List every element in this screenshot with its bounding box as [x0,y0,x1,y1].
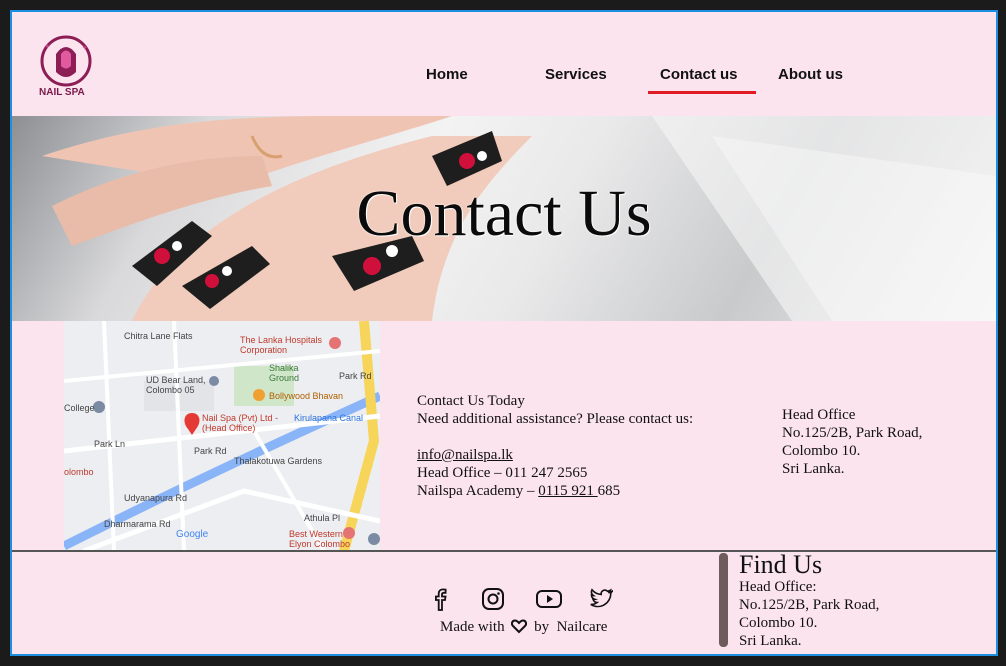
svg-text:✦: ✦ [82,44,88,52]
made-with-label: Made with [440,619,505,635]
svg-text:✦: ✦ [44,42,51,51]
head-office-address: Head Office No.125/2B, Park Road, Colomb… [782,406,922,478]
by-label: by [534,619,550,635]
find-us-accent-bar [719,553,728,647]
address-line: Head Office: [739,579,817,595]
map-label: olombo [64,467,94,477]
academy-phone-row: Nailspa Academy – 0115 921 685 [417,482,693,500]
map-label: UD Bear Land, Colombo 05 [146,375,206,395]
map-label: Best Western Elyon Colombo [289,529,351,549]
map-label: Shalika Ground [269,363,300,383]
facebook-icon[interactable] [427,586,453,617]
footer-divider [12,550,996,552]
nav-home[interactable]: Home [426,66,468,83]
location-map[interactable]: Chitra Lane Flats The Lanka Hospitals Co… [64,321,380,551]
map-label: Kirulapana Canal [294,413,364,423]
nav-contact-us[interactable]: Contact us [660,66,738,83]
heart-icon [511,618,528,639]
nav-active-underline [648,91,756,94]
main-nav: Home Services Contact us About us [12,66,996,106]
academy-label: Nailspa Academy – [417,483,539,499]
map-label: The Lanka Hospitals Corporation [240,335,323,355]
made-with-text: Made with by Nailcare [440,618,607,639]
contact-heading: Contact Us Today [417,393,525,409]
nav-services[interactable]: Services [545,66,607,83]
email-link[interactable]: info@nailspa.lk [417,447,513,463]
map-label: Chitra Lane Flats [124,331,193,341]
map-label: Dharmarama Rd [104,519,171,529]
map-label: Udyanapura Rd [124,493,188,503]
address-line: Sri Lanka. [782,461,845,477]
address-line: Colombo 10. [739,615,818,631]
instagram-icon[interactable] [480,586,506,617]
youtube-icon[interactable] [535,586,563,617]
find-us-address: Head Office: No.125/2B, Park Road, Colom… [739,578,879,650]
address-line: No.125/2B, Park Road, [782,425,923,441]
map-label: Park Rd [339,371,372,381]
map-label: Park Ln [94,439,126,449]
footer-brand: Nailcare [556,619,608,635]
map-label: Thalakotuwa Gardens [234,456,323,466]
map-label: Park Rd [194,446,227,456]
address-line: No.125/2B, Park Road, [739,597,880,613]
map-label: College [64,403,95,413]
head-office-phone: Head Office – 011 247 2565 [417,465,588,481]
contact-info: Contact Us Today Need additional assista… [417,392,693,500]
hero-banner: Contact Us [12,116,996,321]
map-label: Athula Pl [304,513,341,523]
twitter-icon[interactable] [587,586,614,617]
nav-about-us[interactable]: About us [778,66,843,83]
address-line: Sri Lanka. [739,633,802,649]
page-title: Contact Us [356,177,652,250]
academy-phone-rest: 685 [597,483,621,499]
map-label: Nail Spa (Pvt) Ltd - (Head Office) [202,413,279,433]
academy-phone-link[interactable]: 0115 921 [538,483,597,499]
address-line: Head Office [782,407,856,423]
map-label: Bollywood Bhavan [269,391,344,401]
google-logo: Google [176,529,209,540]
address-line: Colombo 10. [782,443,861,459]
page-frame: ✦ ✦ NAIL SPA Home Services Contact us Ab… [10,10,998,656]
find-us-title: Find Us [739,550,823,579]
contact-subheading: Need additional assistance? Please conta… [417,411,694,427]
